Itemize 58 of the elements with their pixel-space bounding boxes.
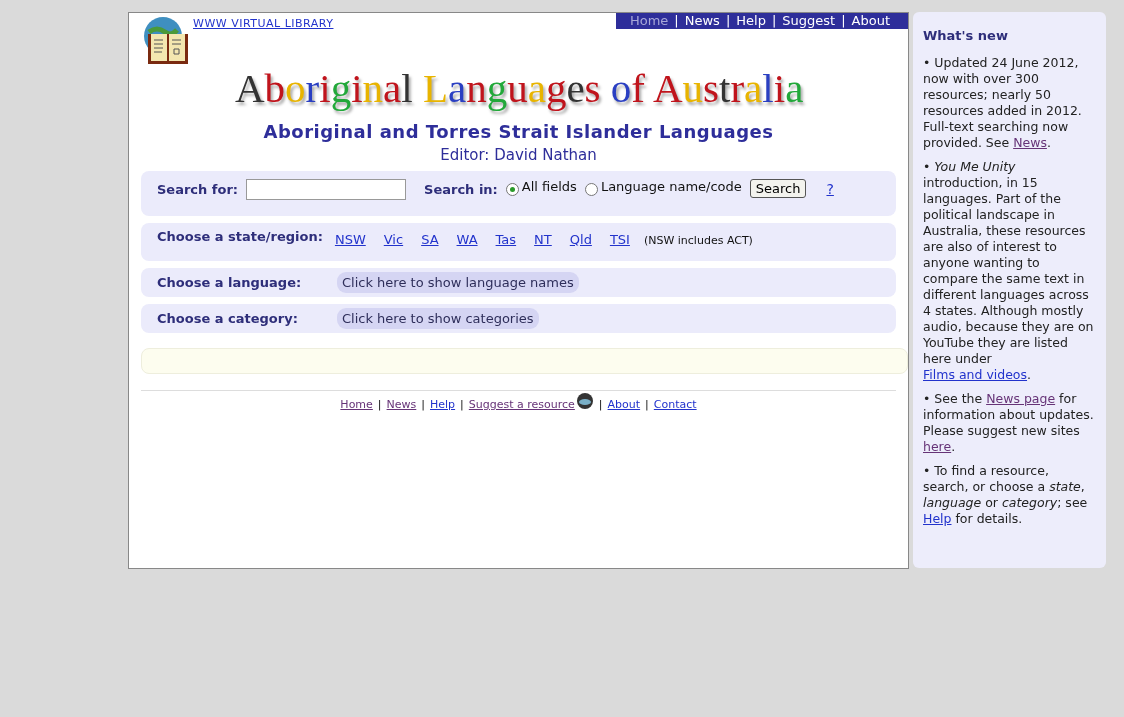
region-link[interactable]: NSW [334,232,366,247]
footer-link[interactable]: Contact [653,398,697,411]
help-link[interactable]: ? [826,181,834,197]
radio-button[interactable] [584,183,598,196]
radio-label: All fields [521,179,577,194]
separator: | [460,398,464,411]
show-languages-button[interactable]: Click here to show language names [337,272,579,293]
separator: | [674,13,679,28]
separator: | [841,13,846,28]
region-link[interactable]: SA [421,232,439,247]
nav-link[interactable]: About [851,13,890,28]
separator: | [421,398,425,411]
site-subtitle: Aboriginal and Torres Strait Islander Languages [262,121,775,142]
news-paragraph: • To find a resource, search, or choose a state, language or category; see Help for details. [923,463,1089,527]
category-label: Choose a category: [157,311,299,326]
separator: | [771,13,777,28]
sidebar-title: What's new [923,28,1009,44]
search-in-label: Search in: [424,182,498,197]
region-link[interactable]: Tas [495,232,517,247]
nav-link[interactable]: News [684,13,720,28]
separator: | [377,398,382,411]
separator: | [645,398,649,411]
news-paragraph: • See the News page for information about updates. Please suggest new sites here. [923,391,1095,455]
site-title: Aboriginal Languages of Australia [235,65,805,111]
footer-link[interactable]: Suggest a resource [468,398,575,411]
text-link[interactable]: News [1013,135,1047,150]
region-link[interactable]: Vic [383,232,404,247]
nav-link[interactable]: Help [736,13,766,28]
search-field[interactable] [246,179,407,200]
news-paragraph: • Updated 24 June 2012, now with over 300 resources; nearly 50 resources added in 2012. Full-text searching now provided. See News. [923,55,1083,151]
region-link[interactable]: WA [456,232,478,247]
radio-label: Language name/code [600,179,742,194]
separator: | [725,13,731,28]
footer-link[interactable]: Home [340,398,373,411]
footer-link[interactable]: About [607,398,641,411]
text-link[interactable]: News page [986,391,1056,406]
region-link[interactable]: NT [534,232,552,247]
nav-link[interactable]: Suggest [782,13,836,28]
search-button[interactable]: Search [749,179,807,198]
region-link[interactable]: TSI [609,232,630,247]
news-paragraph: • You Me Unity introduction, in 15 languages. Part of the political landscape in Australia, these resources are also of interest to anyone wanting to compare the same text in different languages across 4 states. Although mostly audio, because they are on YouTube they are listed here under Films and videos. [923,159,1095,383]
globe-book-icon[interactable] [141,16,191,66]
nav-link[interactable]: Home [629,13,669,28]
editor-credit: Editor: David Nathan [439,146,598,164]
region-note: (NSW includes ACT) [643,234,753,247]
text-link[interactable]: here [923,439,952,454]
show-categories-button[interactable]: Click here to show categories [337,308,539,329]
virtual-library-link[interactable]: WWW VIRTUAL LIBRARY [193,17,334,30]
footer-link[interactable]: News [386,398,417,411]
region-label: Choose a state/region: [157,229,323,244]
radio-button[interactable] [505,183,519,196]
speech-bubble-icon[interactable] [575,392,594,411]
language-label: Choose a language: [157,275,303,290]
search-label: Search for: [157,182,239,197]
separator: | [598,398,603,411]
footer-link[interactable]: Help [430,398,456,411]
region-link[interactable]: Qld [569,232,592,247]
text-link[interactable]: Help [923,511,952,526]
